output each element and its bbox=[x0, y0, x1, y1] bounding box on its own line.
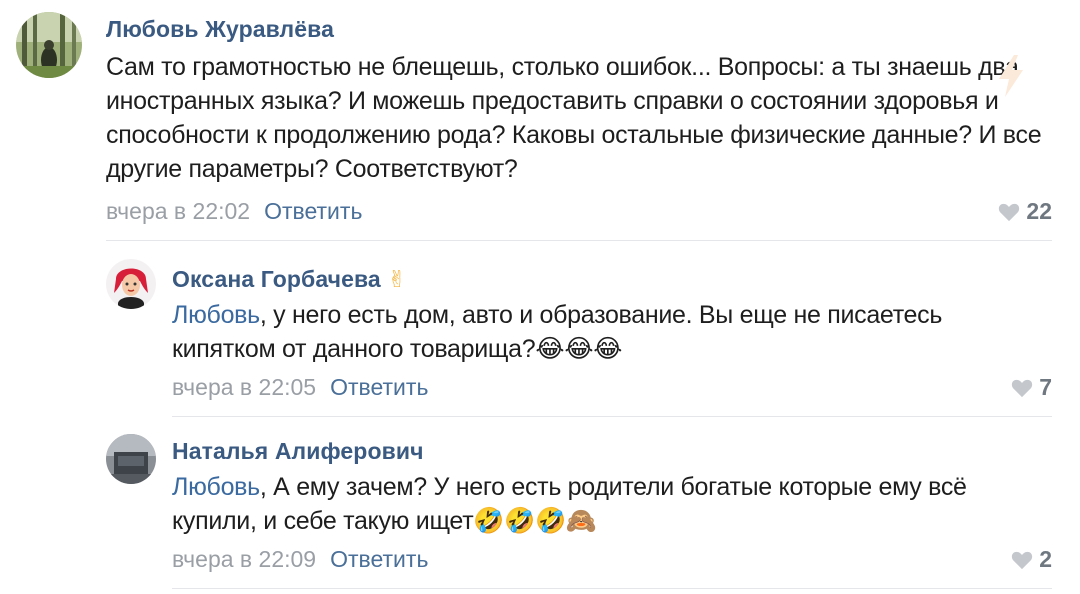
reply-button[interactable]: Ответить bbox=[330, 546, 428, 572]
like-count: 2 bbox=[1039, 546, 1052, 572]
avatar-oksana[interactable] bbox=[106, 259, 156, 309]
rolling-laughing-emoji: 🤣 bbox=[504, 507, 536, 535]
victory-hand-emoji: ✌ bbox=[387, 266, 407, 292]
comment-meta: вчера в 22:05 Ответить bbox=[172, 374, 428, 401]
comment-author[interactable]: Наталья Алиферович bbox=[172, 438, 424, 465]
tears-of-joy-emoji: 😂 bbox=[564, 335, 594, 363]
comment-time[interactable]: вчера в 22:02 bbox=[106, 198, 250, 224]
comment-time[interactable]: вчера в 22:05 bbox=[172, 374, 316, 400]
divider bbox=[172, 588, 1052, 589]
rolling-laughing-emoji: 🤣 bbox=[535, 507, 566, 535]
comment-author[interactable]: Любовь Журавлёва bbox=[106, 16, 334, 43]
divider bbox=[172, 416, 1052, 417]
like-button[interactable]: 2 bbox=[1011, 546, 1052, 573]
reply-button[interactable]: Ответить bbox=[330, 374, 428, 400]
rolling-laughing-emoji: 🤣 bbox=[473, 507, 505, 535]
comment-text: Любовь, А ему зачем? У него есть родител… bbox=[172, 470, 1052, 538]
mention-link[interactable]: Любовь bbox=[172, 473, 260, 501]
mention-link[interactable]: Любовь bbox=[172, 301, 260, 329]
heart-icon bbox=[999, 203, 1020, 221]
avatar-natalya[interactable] bbox=[106, 434, 156, 484]
avatar-lyubov[interactable] bbox=[16, 12, 82, 78]
see-no-evil-monkey-emoji: 🙈 bbox=[565, 507, 597, 535]
tears-of-joy-emoji: 😂 bbox=[535, 335, 565, 363]
bolt-icon bbox=[996, 54, 1026, 103]
comment-meta: вчера в 22:09 Ответить bbox=[172, 546, 428, 573]
like-button[interactable]: 22 bbox=[998, 198, 1052, 225]
author-name: Оксана Горбачева bbox=[172, 266, 381, 292]
comment-text: Любовь, у него есть дом, авто и образова… bbox=[172, 298, 1042, 366]
like-count: 22 bbox=[1026, 198, 1052, 224]
tears-of-joy-emoji: 😂 bbox=[593, 335, 623, 363]
comment-author[interactable]: Оксана Горбачева ✌ bbox=[172, 266, 407, 293]
like-button[interactable]: 7 bbox=[1011, 374, 1052, 401]
comment-time[interactable]: вчера в 22:09 bbox=[172, 546, 316, 572]
comment-meta: вчера в 22:02 Ответить bbox=[106, 198, 362, 225]
like-count: 7 bbox=[1039, 374, 1052, 400]
divider bbox=[106, 240, 1052, 241]
comment-text: Сам то грамотностью не блещешь, столько … bbox=[106, 53, 1042, 183]
reply-button[interactable]: Ответить bbox=[264, 198, 362, 224]
heart-icon bbox=[1012, 551, 1033, 569]
heart-icon bbox=[1012, 379, 1033, 397]
